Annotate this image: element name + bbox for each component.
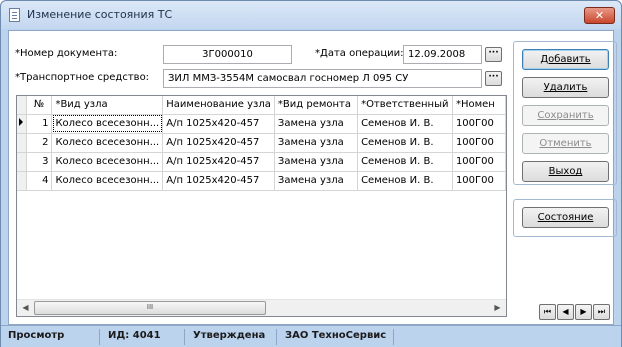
exit-button[interactable]: Выход xyxy=(522,161,609,182)
grid-header-row: № *Вид узла Наименование узла *Вид ремон… xyxy=(17,96,506,115)
grid-cell[interactable]: Колесо всесезонн... xyxy=(51,171,164,191)
grid-cell[interactable]: 100Г00 xyxy=(452,152,506,172)
grid-cell[interactable]: Семенов И. В. xyxy=(357,171,453,191)
grid-cell[interactable]: 100Г00 xyxy=(452,171,506,191)
doc-number-field[interactable]: 3Г000010 xyxy=(163,45,292,64)
add-button[interactable]: Добавить xyxy=(522,49,609,70)
horizontal-scrollbar[interactable]: ◀ III ▶ xyxy=(17,299,506,316)
status-bar: Просмотр ИД: 4041 Утверждена ЗАО ТехноСе… xyxy=(1,325,621,347)
grid-cell[interactable]: Колесо всесезонн... xyxy=(51,133,164,153)
grid-cell[interactable]: Колесо всесезонн... xyxy=(51,114,164,134)
status-separator xyxy=(276,329,277,345)
dialog-window: Изменение состояния ТС ✕ *Номер документ… xyxy=(0,0,622,347)
grid-cell[interactable]: Замена узла xyxy=(274,114,359,134)
table-row[interactable]: 3 Колесо всесезонн... А/п 1025х420-457 З… xyxy=(17,152,506,172)
grid-cell[interactable]: А/п 1025х420-457 xyxy=(162,133,275,153)
column-header[interactable]: Наименование узла xyxy=(162,96,275,115)
grid-cell[interactable]: Замена узла xyxy=(274,152,359,172)
parts-grid[interactable]: № *Вид узла Наименование узла *Вид ремон… xyxy=(16,95,507,317)
column-header[interactable]: *Вид ремонта xyxy=(274,96,359,115)
status-separator xyxy=(184,329,185,345)
op-date-label: *Дата операции: xyxy=(315,48,404,59)
status-separator xyxy=(99,329,100,345)
doc-number-label: *Номер документа: xyxy=(15,48,118,59)
vehicle-field[interactable]: ЗИЛ ММЗ-3554М самосвал госномер Л 095 СУ xyxy=(163,69,482,88)
grid-cell[interactable]: 3 xyxy=(26,152,53,172)
cancel-button[interactable]: Отменить xyxy=(522,133,609,154)
next-record-icon[interactable]: ▶ xyxy=(575,304,592,320)
grid-cell[interactable]: Замена узла xyxy=(274,171,359,191)
scroll-thumb[interactable]: III xyxy=(34,301,266,315)
status-company: ЗАО ТехноСервис xyxy=(285,330,387,341)
table-row[interactable]: 4 Колесо всесезонн... А/п 1025х420-457 З… xyxy=(17,171,506,191)
column-header[interactable]: *Номен xyxy=(452,96,506,115)
table-row[interactable]: 1 Колесо всесезонн... А/п 1025х420-457 З… xyxy=(17,114,506,134)
vehicle-picker-button[interactable]: ··· xyxy=(485,71,502,86)
row-selector[interactable] xyxy=(17,171,27,191)
column-header[interactable]: № xyxy=(26,96,53,115)
grid-cell[interactable]: Семенов И. В. xyxy=(357,114,453,134)
row-selector[interactable] xyxy=(17,114,27,134)
vehicle-label: *Транспортное средство: xyxy=(15,72,150,83)
grid-cell[interactable]: 4 xyxy=(26,171,53,191)
grid-cell[interactable]: А/п 1025х420-457 xyxy=(162,114,275,134)
last-record-icon[interactable]: ⏭ xyxy=(593,304,610,320)
column-header[interactable]: *Ответственный xyxy=(357,96,453,115)
grid-cell[interactable]: 100Г00 xyxy=(452,114,506,134)
scroll-right-icon[interactable]: ▶ xyxy=(489,300,506,316)
delete-button[interactable]: Удалить xyxy=(522,77,609,98)
window-title: Изменение состояния ТС xyxy=(27,8,173,21)
title-bar[interactable]: Изменение состояния ТС ✕ xyxy=(1,1,621,29)
grid-cell[interactable]: 2 xyxy=(26,133,53,153)
grid-cell[interactable]: 1 xyxy=(26,114,53,134)
date-picker-button[interactable]: ··· xyxy=(485,47,502,62)
document-icon xyxy=(9,8,20,22)
status-separator xyxy=(393,329,394,345)
grid-cell[interactable]: А/п 1025х420-457 xyxy=(162,152,275,172)
status-state: Утверждена xyxy=(193,330,266,341)
scroll-left-icon[interactable]: ◀ xyxy=(17,300,34,316)
column-header[interactable]: *Вид узла xyxy=(51,96,164,115)
grid-cell[interactable]: 100Г00 xyxy=(452,133,506,153)
op-date-field[interactable]: 12.09.2008 xyxy=(403,45,482,64)
grid-cell[interactable]: Колесо всесезонн... xyxy=(51,152,164,172)
state-button[interactable]: Состояние xyxy=(522,207,609,228)
status-mode: Просмотр xyxy=(8,330,65,341)
grid-cell[interactable]: А/п 1025х420-457 xyxy=(162,171,275,191)
parts-table: № *Вид узла Наименование узла *Вид ремон… xyxy=(17,96,506,191)
row-selector[interactable] xyxy=(17,152,27,172)
status-id: ИД: 4041 xyxy=(108,330,161,341)
row-selector-header xyxy=(17,96,27,115)
record-navigator: ⏮ ◀ ▶ ⏭ xyxy=(539,304,611,321)
current-row-arrow-icon xyxy=(19,118,23,126)
table-row[interactable]: 2 Колесо всесезонн... А/п 1025х420-457 З… xyxy=(17,133,506,153)
grid-cell[interactable]: Семенов И. В. xyxy=(357,133,453,153)
save-button[interactable]: Сохранить xyxy=(522,105,609,126)
grid-cell[interactable]: Замена узла xyxy=(274,133,359,153)
first-record-icon[interactable]: ⏮ xyxy=(539,304,556,320)
close-button[interactable]: ✕ xyxy=(584,7,615,24)
row-selector[interactable] xyxy=(17,133,27,153)
grid-cell[interactable]: Семенов И. В. xyxy=(357,152,453,172)
prev-record-icon[interactable]: ◀ xyxy=(557,304,574,320)
